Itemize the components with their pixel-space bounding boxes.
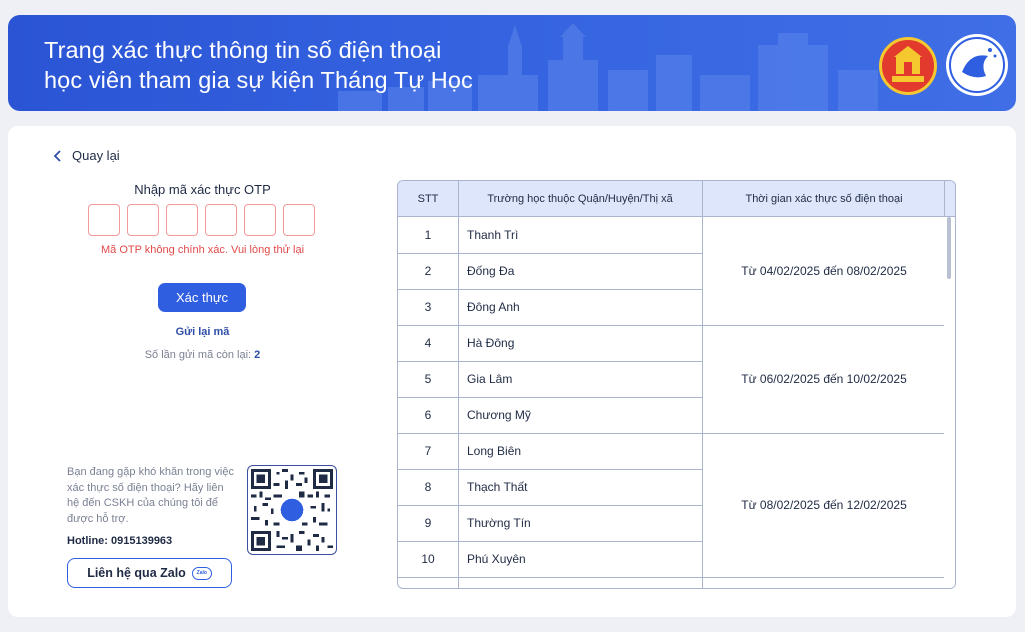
back-link[interactable]: Quay lại (52, 148, 120, 163)
chevron-left-icon (53, 149, 61, 162)
table-row-divider (398, 577, 702, 578)
table-header: STT Trường học thuộc Quận/Huyện/Thị xã T… (398, 181, 955, 217)
table-cell-school: Phú Xuyên (467, 552, 526, 566)
qr-code (247, 465, 337, 555)
event-logo-icon (946, 34, 1008, 96)
zalo-contact-label: Liên hệ qua Zalo (87, 566, 186, 580)
hanoi-library-logo-icon (879, 37, 937, 95)
table-cell-school: Gia Lâm (467, 372, 513, 386)
otp-digit-6[interactable] (283, 204, 315, 236)
table-cell-school: Đông Anh (467, 300, 520, 314)
back-link-label: Quay lại (72, 148, 120, 163)
otp-digit-4[interactable] (205, 204, 237, 236)
page-title-line2: học viên tham gia sự kiện Tháng Tự Học (44, 67, 473, 93)
table-cell-school: Hà Đông (467, 336, 515, 350)
table-cell-stt: 1 (424, 228, 432, 242)
page-title-line1: Trang xác thực thông tin số điện thoại (44, 37, 442, 63)
table-cell-school: Chương Mỹ (467, 408, 531, 422)
page-title: Trang xác thực thông tin số điện thoại h… (44, 35, 473, 95)
remaining-attempts-label: Số lần gửi mã còn lại: (144, 349, 252, 361)
column-header-school: Trường học thuộc Quận/Huyện/Thị xã (487, 193, 673, 205)
support-help-text: Bạn đang gặp khó khăn trong việc xác thự… (67, 466, 234, 525)
table-cell-stt: 4 (424, 336, 432, 350)
table-scrollbar-thumb[interactable] (947, 217, 951, 279)
column-header-period: Thời gian xác thực số điện thoại (745, 193, 903, 205)
table-cell-school: Thạch Thất (467, 480, 528, 494)
qr-code-icon (251, 469, 333, 551)
table-cell-stt: 6 (424, 408, 432, 422)
remaining-attempts: Số lần gửi mã còn lại: 2 (60, 349, 345, 361)
otp-digit-3[interactable] (166, 204, 198, 236)
table-cell-school: Đống Đa (467, 264, 515, 278)
zalo-icon: Zalo (191, 566, 212, 580)
otp-digit-1[interactable] (88, 204, 120, 236)
table-cell-stt: 7 (424, 444, 432, 458)
zalo-contact-button[interactable]: Liên hệ qua Zalo Zalo (67, 558, 232, 588)
header-banner: Trang xác thực thông tin số điện thoại h… (8, 15, 1016, 111)
table-cell-stt: 2 (424, 264, 432, 278)
remaining-attempts-count: 2 (254, 349, 261, 361)
otp-title: Nhập mã xác thực OTP (134, 182, 271, 197)
column-divider (702, 181, 703, 588)
table-cell-stt: 10 (421, 552, 435, 566)
hotline-text: Hotline: 0915139963 (67, 535, 173, 547)
otp-digit-5[interactable] (244, 204, 276, 236)
schedule-table: STT Trường học thuộc Quận/Huyện/Thị xã T… (397, 180, 956, 589)
column-header-stt: STT (417, 193, 439, 205)
table-cell-stt: 3 (424, 300, 432, 314)
otp-error-message: Mã OTP không chính xác. Vui lòng thử lại (100, 244, 305, 256)
table-cell-period: Từ 04/02/2025 đến 08/02/2025 (741, 264, 907, 278)
table-cell-period: Từ 08/02/2025 đến 12/02/2025 (741, 498, 907, 512)
table-cell-school: Thường Tín (467, 516, 531, 530)
table-cell-stt: 9 (424, 516, 432, 530)
resend-code-link[interactable]: Gửi lại mã (60, 326, 345, 338)
table-cell-stt: 8 (424, 480, 432, 494)
table-cell-stt: 5 (424, 372, 432, 386)
verify-button[interactable]: Xác thực (158, 283, 246, 312)
otp-input-group (88, 204, 315, 236)
table-cell-period: Từ 06/02/2025 đến 10/02/2025 (741, 372, 907, 386)
table-cell-school: Thanh Trì (467, 228, 519, 242)
otp-digit-2[interactable] (127, 204, 159, 236)
table-cell-school: Long Biên (467, 444, 522, 458)
column-divider (458, 181, 459, 588)
table-group-divider (702, 577, 946, 578)
